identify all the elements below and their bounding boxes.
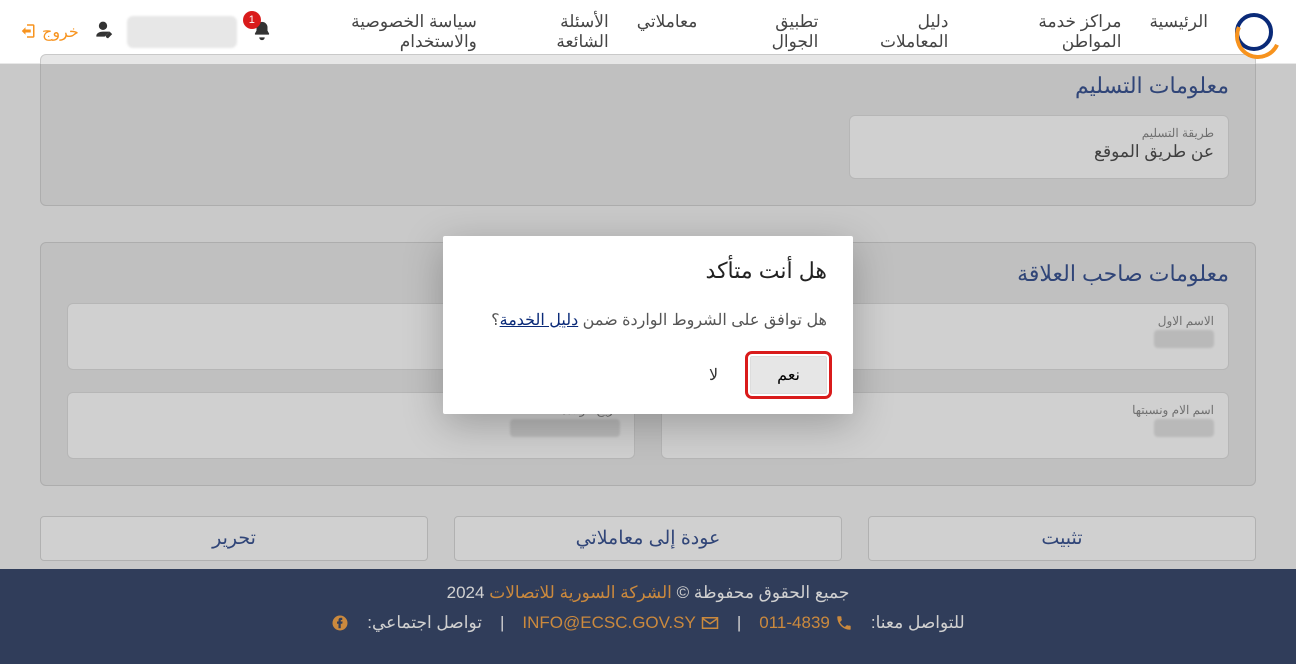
nav-guide[interactable]: دليل المعاملات [846,12,948,52]
modal-title: هل أنت متأكد [469,258,827,284]
user-edit-icon[interactable] [93,20,113,43]
nav-faq[interactable]: الأسئلة الشائعة [505,12,609,52]
user-name-display[interactable] [127,16,237,48]
nav-home[interactable]: الرئيسية [1149,12,1208,52]
modal-yes-button[interactable]: نعم [750,356,827,394]
confirm-modal: هل أنت متأكد هل توافق على الشروط الواردة… [443,236,853,414]
brand-logo [1230,8,1278,56]
nav-mobile-app[interactable]: تطبيق الجوال [725,12,818,52]
modal-message: هل توافق على الشروط الواردة ضمن دليل الخ… [469,310,827,330]
service-guide-link[interactable]: دليل الخدمة [500,312,579,329]
modal-no-button[interactable]: لا [697,356,730,394]
notifications-icon[interactable]: 1 [251,19,273,45]
notifications-badge: 1 [243,11,261,29]
nav-centers[interactable]: مراكز خدمة المواطن [976,12,1121,52]
nav-my-transactions[interactable]: معاملاتي [637,12,698,52]
logout-link[interactable]: خروج [18,21,79,42]
logout-icon [18,21,36,42]
nav-privacy[interactable]: سياسة الخصوصية والاستخدام [273,12,477,52]
main-nav: الرئيسية مراكز خدمة المواطن دليل المعامل… [273,12,1208,52]
header-user-area: 1 خروج [18,16,273,48]
